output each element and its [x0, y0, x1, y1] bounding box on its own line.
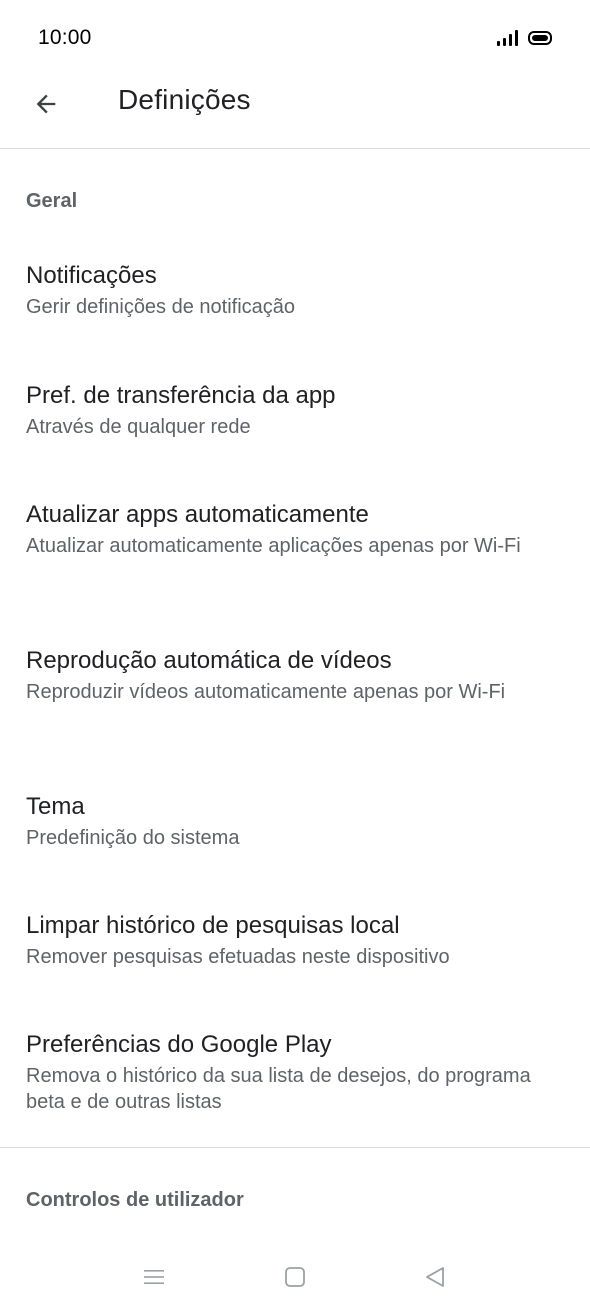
setting-theme[interactable]: Tema Predefinição do sistema: [0, 792, 590, 851]
setting-subtitle: Remover pesquisas efetuadas neste dispos…: [26, 946, 450, 968]
setting-subtitle: Remova o histórico da sua lista de desej…: [26, 1065, 531, 1113]
setting-subtitle: Reproduzir vídeos automaticamente apenas…: [26, 681, 506, 703]
nav-home-button[interactable]: [275, 1260, 315, 1294]
section-header-user-controls: Controlos de utilizador: [26, 1189, 244, 1211]
setting-auto-update-apps[interactable]: Atualizar apps automaticamente Atualizar…: [0, 500, 590, 559]
setting-title: Preferências do Google Play: [26, 1031, 332, 1058]
status-time: 10:00: [38, 26, 92, 49]
status-icons: [497, 28, 552, 46]
setting-subtitle: Predefinição do sistema: [26, 827, 240, 849]
signal-icon: [497, 28, 518, 46]
setting-subtitle: Gerir definições de notificação: [26, 296, 296, 318]
setting-subtitle: Através de qualquer rede: [26, 416, 251, 438]
setting-google-play-preferences[interactable]: Preferências do Google Play Remova o his…: [0, 1030, 590, 1115]
setting-subtitle: Atualizar automaticamente aplicações ape…: [26, 535, 521, 557]
arrow-left-icon: [36, 94, 56, 114]
page-title: Definições: [118, 84, 251, 115]
back-triangle-icon: [426, 1267, 444, 1287]
back-button[interactable]: [22, 80, 70, 128]
setting-title: Pref. de transferência da app: [26, 382, 336, 409]
app-bar: Definições: [0, 78, 590, 149]
setting-title: Limpar histórico de pesquisas local: [26, 912, 400, 939]
section-divider: [0, 1147, 590, 1148]
setting-title: Atualizar apps automaticamente: [26, 501, 369, 528]
setting-video-autoplay[interactable]: Reprodução automática de vídeos Reproduz…: [0, 646, 590, 705]
setting-title: Reprodução automática de vídeos: [26, 647, 392, 674]
menu-icon: [144, 1270, 164, 1284]
nav-menu-button[interactable]: [134, 1260, 174, 1294]
home-square-icon: [285, 1267, 305, 1287]
setting-clear-search-history[interactable]: Limpar histórico de pesquisas local Remo…: [0, 911, 590, 970]
setting-title: Tema: [26, 793, 85, 820]
setting-download-preference[interactable]: Pref. de transferência da app Através de…: [0, 381, 590, 440]
settings-screen: 10:00 Definições Geral Notificações Geri…: [0, 0, 590, 1312]
battery-icon: [528, 31, 552, 45]
status-bar: 10:00: [0, 0, 590, 78]
system-nav-bar: [0, 1242, 590, 1312]
setting-notifications[interactable]: Notificações Gerir definições de notific…: [0, 261, 590, 320]
nav-back-button[interactable]: [415, 1260, 455, 1294]
section-header-geral: Geral: [26, 190, 78, 212]
setting-title: Notificações: [26, 262, 157, 289]
